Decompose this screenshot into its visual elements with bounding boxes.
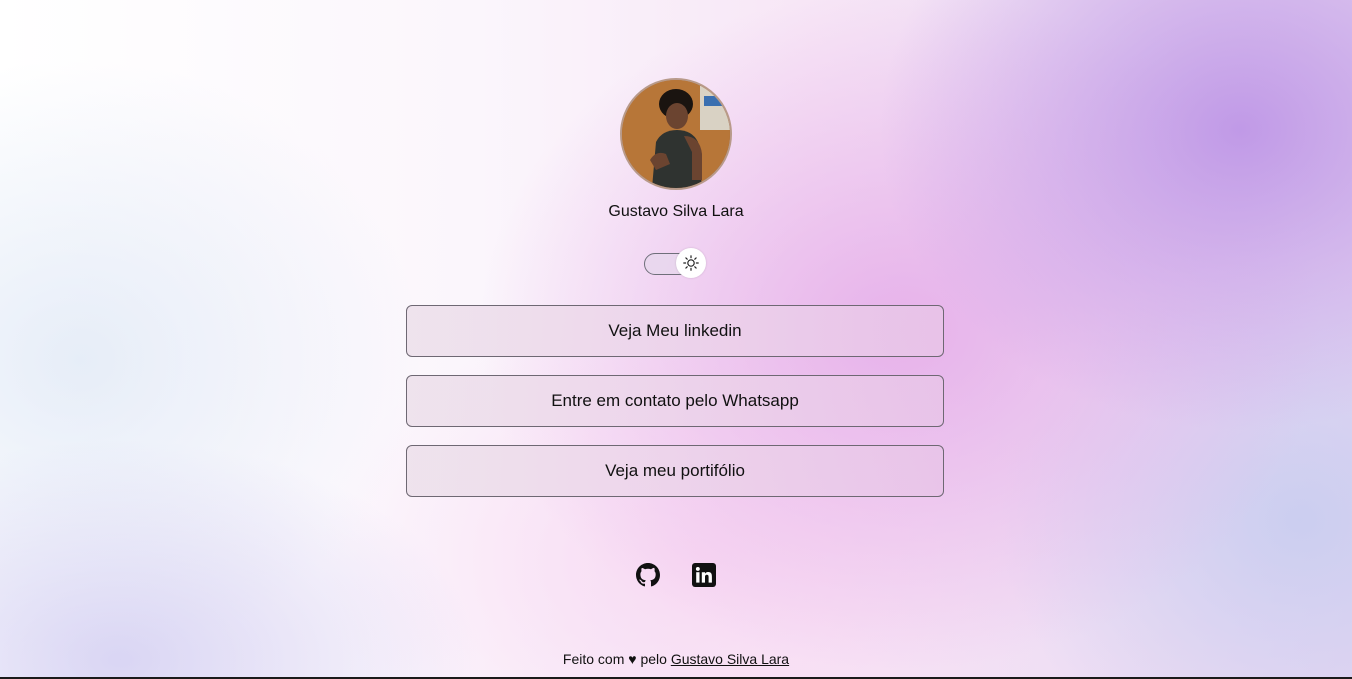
github-icon: [636, 563, 660, 587]
profile-avatar: [620, 78, 732, 190]
linkedin-social-link[interactable]: [692, 563, 716, 587]
footer-text: Feito com ♥ pelo: [562, 651, 667, 667]
footer: Feito com ♥ pelo Gustavo Silva Lara: [0, 651, 1352, 667]
linkedin-icon: [692, 563, 716, 587]
toggle-knob: [676, 248, 706, 278]
sun-icon: [683, 255, 699, 271]
profile-name: Gustavo Silva Lara: [608, 203, 744, 220]
github-link[interactable]: [636, 563, 660, 587]
linkedin-link-button[interactable]: Veja Meu linkedin: [406, 305, 944, 357]
theme-toggle[interactable]: [644, 248, 706, 278]
portfolio-link-button[interactable]: Veja meu portifólio: [406, 445, 944, 497]
profile-photo-icon: [622, 80, 730, 188]
whatsapp-link-button[interactable]: Entre em contato pelo Whatsapp: [406, 375, 944, 427]
footer-author-link[interactable]: Gustavo Silva Lara: [671, 651, 789, 667]
